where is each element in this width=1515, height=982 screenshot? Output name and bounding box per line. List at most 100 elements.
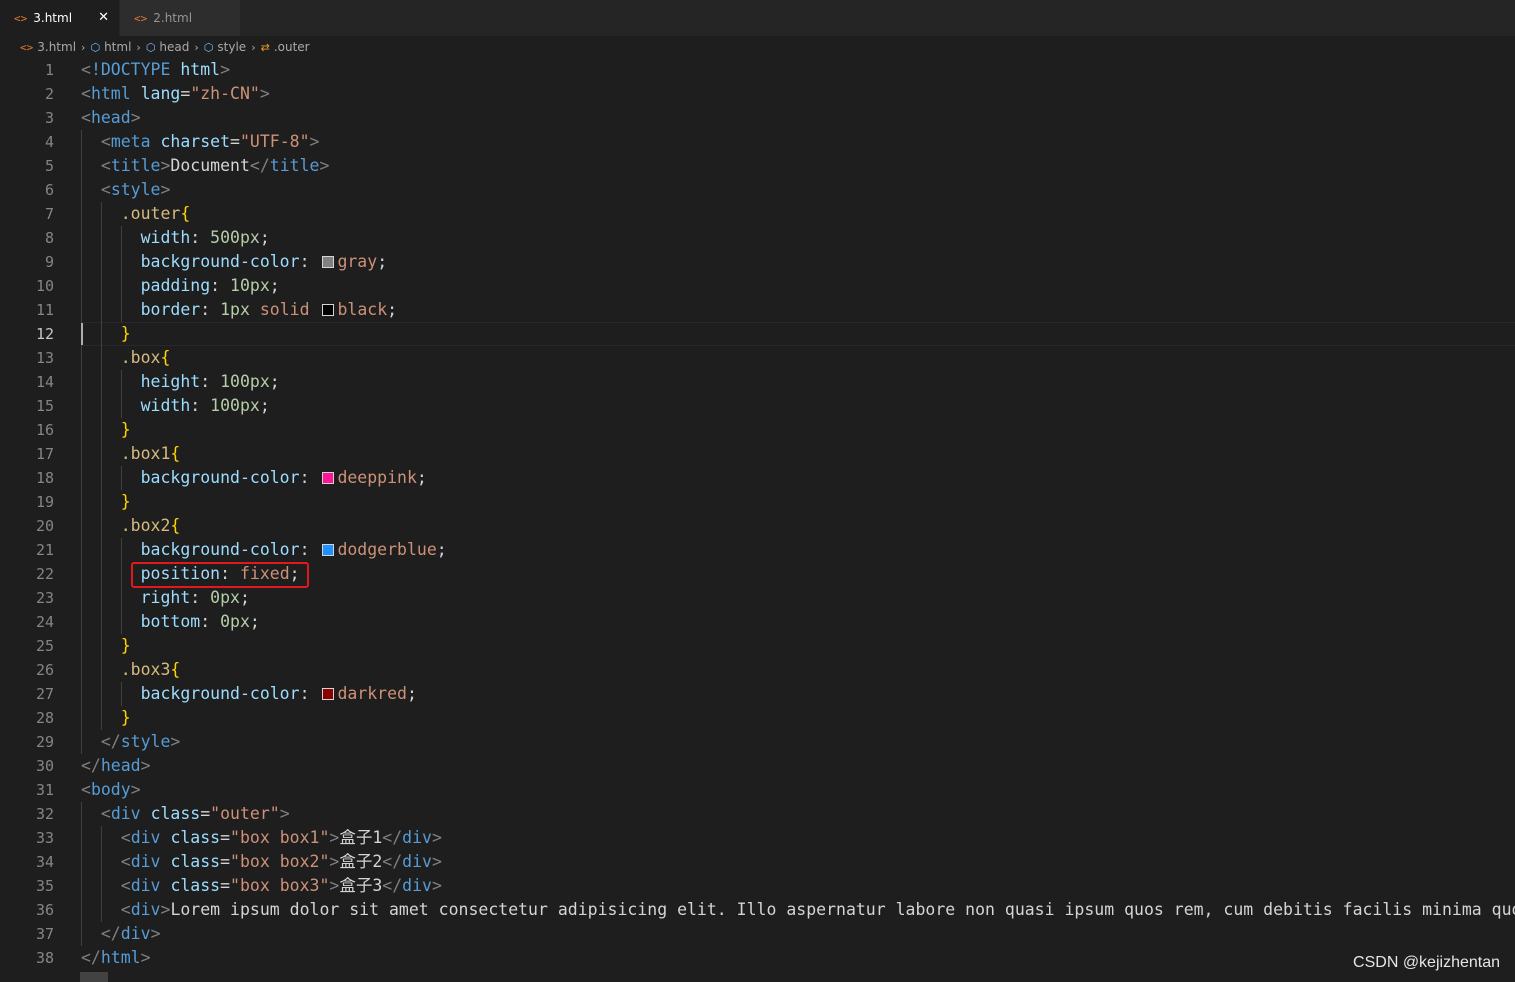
code-token: .box3 [120,660,171,679]
line-number: 6 [44,181,54,199]
color-swatch[interactable] [322,304,335,316]
code-line[interactable]: </div> [81,922,161,946]
code-line[interactable]: .box2{ [81,514,181,538]
tab-3-html[interactable]: <> 3.html ✕ [0,0,119,36]
code-line[interactable]: <meta charset="UTF-8"> [81,130,320,154]
code-line[interactable]: <!DOCTYPE html> [81,58,230,82]
chevron-right-icon: › [136,40,141,54]
color-swatch[interactable] [322,472,335,484]
code-line[interactable]: </head> [81,754,151,778]
vertical-scrollbar[interactable] [1501,58,1515,982]
code-token: > [279,804,290,823]
code-line[interactable]: padding: 10px; [81,274,280,298]
breadcrumb-item-html[interactable]: ⬡ html [90,40,131,54]
code-line[interactable]: .box{ [81,346,171,370]
line-number: 34 [35,853,54,871]
code-line[interactable]: background-color: deeppink; [81,466,427,490]
code-line[interactable]: <head> [81,106,141,130]
code-token: 10px [230,276,270,295]
code-line[interactable]: } [81,418,131,442]
code-line[interactable]: <title>Document</title> [81,154,330,178]
line-number: 28 [35,709,54,727]
code-token: ; [249,612,260,631]
tab-2-html[interactable]: <> 2.html [120,0,240,36]
breadcrumb-label: style [217,40,247,54]
code-token: = [220,828,231,847]
horizontal-scroll-thumb[interactable] [80,972,108,982]
code-token: bottom [140,612,201,631]
code-line[interactable]: height: 100px; [81,370,280,394]
code-line[interactable]: <html lang="zh-CN"> [81,82,270,106]
color-swatch[interactable] [322,544,335,556]
line-number: 16 [35,421,54,439]
code-line[interactable]: <div>Lorem ipsum dolor sit amet consecte… [81,898,1515,922]
breadcrumb-item-style[interactable]: ⬡ style [204,40,246,54]
code-token: html [90,84,131,103]
line-number: 18 [35,469,54,487]
code-line[interactable]: <div class="box box1">盒子1</div> [81,826,442,850]
code-token: style [120,732,171,751]
code-token: ; [377,252,388,271]
code-token: class [170,828,221,847]
code-line[interactable]: } [81,706,131,730]
breadcrumb-item-file[interactable]: <> 3.html [20,40,76,54]
code-line[interactable]: } [81,322,131,346]
code-token: : [299,468,320,487]
breadcrumb-item-outer[interactable]: ⇄ .outer [261,40,310,54]
element-icon: ⬡ [203,40,214,54]
code-line[interactable]: background-color: gray; [81,250,388,274]
color-swatch[interactable] [322,688,335,700]
code-line[interactable]: .box3{ [81,658,181,682]
code-token: > [329,876,340,895]
tab-label: 2.html [153,11,193,25]
code-token: > [431,852,442,871]
code-token: > [309,132,320,151]
code-token: class [170,852,221,871]
code-token: div [402,852,432,871]
code-line[interactable]: .outer{ [81,202,191,226]
code-token: > [220,60,231,79]
watermark: CSDN @kejizhentan [1353,954,1500,971]
code-token: = [180,84,191,103]
code-line[interactable]: </style> [81,730,180,754]
code-line[interactable]: } [81,490,131,514]
code-line[interactable]: border: 1px solid black; [81,298,397,322]
chevron-right-icon: › [194,40,199,54]
code-line[interactable]: <div class="outer"> [81,802,290,826]
code-line[interactable]: bottom: 0px; [81,610,260,634]
code-token: 500px [210,228,260,247]
code-token: } [120,420,131,439]
code-line[interactable]: </html> [81,946,151,970]
code-line[interactable]: <div class="box box2">盒子2</div> [81,850,442,874]
code-line[interactable]: width: 100px; [81,394,270,418]
code-token: < [120,876,131,895]
code-line[interactable]: <style> [81,178,171,202]
code-token: 盒子3 [339,876,383,895]
code-token: > [140,948,151,967]
code-line[interactable]: background-color: dodgerblue; [81,538,447,562]
code-token: < [81,780,91,799]
code-line[interactable]: .box1{ [81,442,181,466]
code-token: } [120,708,131,727]
code-line[interactable]: <body> [81,778,141,802]
code-line[interactable]: background-color: darkred; [81,682,417,706]
code-line[interactable]: right: 0px; [81,586,250,610]
editor-area[interactable]: 1 2 3 4 5 6 7 8 9 10 11 12 13 14 15 16 17 18 19 20 21 22 23 24 2… [0,58,1515,982]
code-token: "box box2" [230,852,330,871]
color-swatch[interactable] [322,256,335,268]
code-line[interactable]: width: 500px; [81,226,270,250]
code-line[interactable]: <div class="box box3">盒子3</div> [81,874,442,898]
line-number: 26 [35,661,54,679]
close-icon[interactable]: ✕ [98,10,109,25]
code-token: < [81,60,91,79]
line-number: 35 [35,877,54,895]
code-line[interactable]: } [81,634,131,658]
breadcrumb-item-head[interactable]: ⬡ head [146,40,190,54]
